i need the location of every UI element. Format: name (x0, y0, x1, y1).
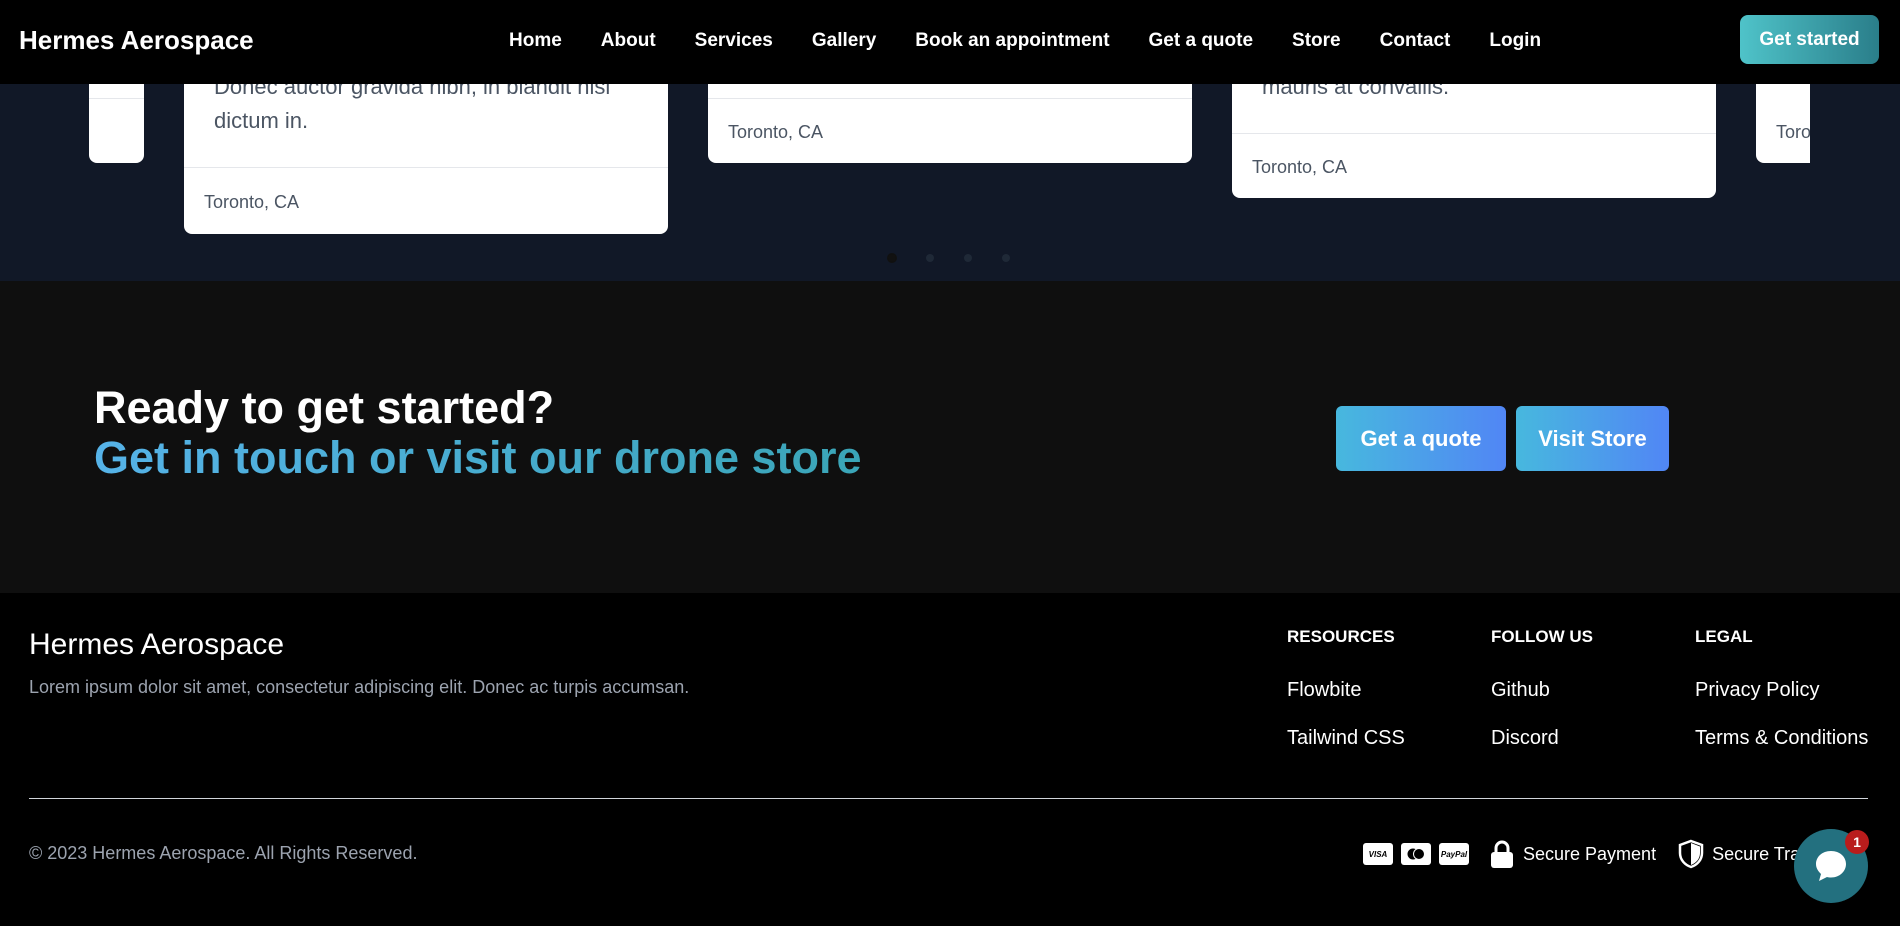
chat-bubble-icon (1816, 851, 1846, 881)
carousel-dot-4[interactable] (1002, 254, 1010, 262)
cta-subheading: Get in touch or visit our drone store (94, 432, 862, 483)
card-divider (89, 98, 144, 99)
testimonial-location: Toronto, CA (1252, 157, 1348, 177)
testimonial-location: Toro (1776, 122, 1810, 142)
testimonial-location: Toronto, CA (728, 122, 824, 142)
carousel-indicators (888, 254, 1010, 262)
footer-link-tailwind[interactable]: Tailwind CSS (1287, 727, 1405, 750)
secure-transactions-badge: Secure Tra (1678, 839, 1800, 869)
footer-link-flowbite[interactable]: Flowbite (1287, 679, 1405, 702)
cta-heading: Ready to get started? (94, 382, 555, 433)
brand-logo[interactable]: Hermes Aerospace (19, 25, 254, 56)
footer-resources: RESOURCES Flowbite Tailwind CSS (1287, 627, 1405, 775)
secure-payment-label: Secure Payment (1523, 843, 1657, 864)
footer-link-discord[interactable]: Discord (1491, 727, 1593, 750)
card-divider (184, 167, 668, 168)
get-started-button[interactable]: Get started (1740, 15, 1879, 64)
site-footer: Hermes Aerospace Lorem ipsum dolor sit a… (0, 593, 1900, 926)
nav-link-gallery[interactable]: Gallery (812, 30, 876, 52)
footer-link-terms[interactable]: Terms & Conditions (1695, 727, 1868, 750)
lock-icon (1491, 840, 1513, 868)
carousel-dot-3[interactable] (964, 254, 972, 262)
nav-link-book-appointment[interactable]: Book an appointment (915, 30, 1109, 52)
carousel-dot-2[interactable] (926, 254, 934, 262)
footer-description: Lorem ipsum dolor sit amet, consectetur … (29, 677, 690, 697)
testimonial-location: Toronto, CA (204, 192, 300, 212)
card-divider (1232, 133, 1716, 134)
cta-section: Ready to get started? Get in touch or vi… (0, 281, 1900, 593)
trust-badges: VISA PayPal Secure Payment Secure Tra (1363, 839, 1800, 869)
paypal-icon: PayPal (1439, 843, 1469, 865)
footer-follow: FOLLOW US Github Discord (1491, 627, 1593, 775)
get-quote-button[interactable]: Get a quote (1336, 406, 1506, 471)
footer-resources-title: RESOURCES (1287, 627, 1395, 646)
footer-legal: LEGAL Privacy Policy Terms & Conditions (1695, 627, 1868, 775)
visa-icon: VISA (1363, 843, 1393, 865)
copyright-text: © 2023 Hermes Aerospace. All Rights Rese… (29, 843, 418, 863)
footer-follow-title: FOLLOW US (1491, 627, 1593, 646)
footer-legal-title: LEGAL (1695, 627, 1753, 646)
chat-notification-badge: 1 (1845, 830, 1869, 854)
footer-link-privacy[interactable]: Privacy Policy (1695, 679, 1868, 702)
main-nav: Home About Services Gallery Book an appo… (509, 30, 1541, 52)
mastercard-icon (1401, 843, 1431, 865)
nav-link-contact[interactable]: Contact (1380, 30, 1451, 52)
card-divider (708, 98, 1192, 99)
secure-payment-badge: Secure Payment (1489, 839, 1656, 869)
footer-divider (29, 798, 1868, 799)
nav-link-about[interactable]: About (601, 30, 656, 52)
nav-link-home[interactable]: Home (509, 30, 562, 52)
nav-link-get-quote[interactable]: Get a quote (1149, 30, 1254, 52)
footer-brand[interactable]: Hermes Aerospace (29, 628, 284, 662)
shield-icon (1678, 839, 1704, 869)
secure-transactions-label: Secure Tra (1712, 843, 1801, 864)
footer-link-github[interactable]: Github (1491, 679, 1593, 702)
visit-store-button[interactable]: Visit Store (1516, 406, 1669, 471)
carousel-dot-1[interactable] (888, 254, 896, 262)
top-navbar: Hermes Aerospace Home About Services Gal… (0, 0, 1900, 84)
nav-link-login[interactable]: Login (1489, 30, 1541, 52)
nav-link-store[interactable]: Store (1292, 30, 1341, 52)
nav-link-services[interactable]: Services (695, 30, 773, 52)
